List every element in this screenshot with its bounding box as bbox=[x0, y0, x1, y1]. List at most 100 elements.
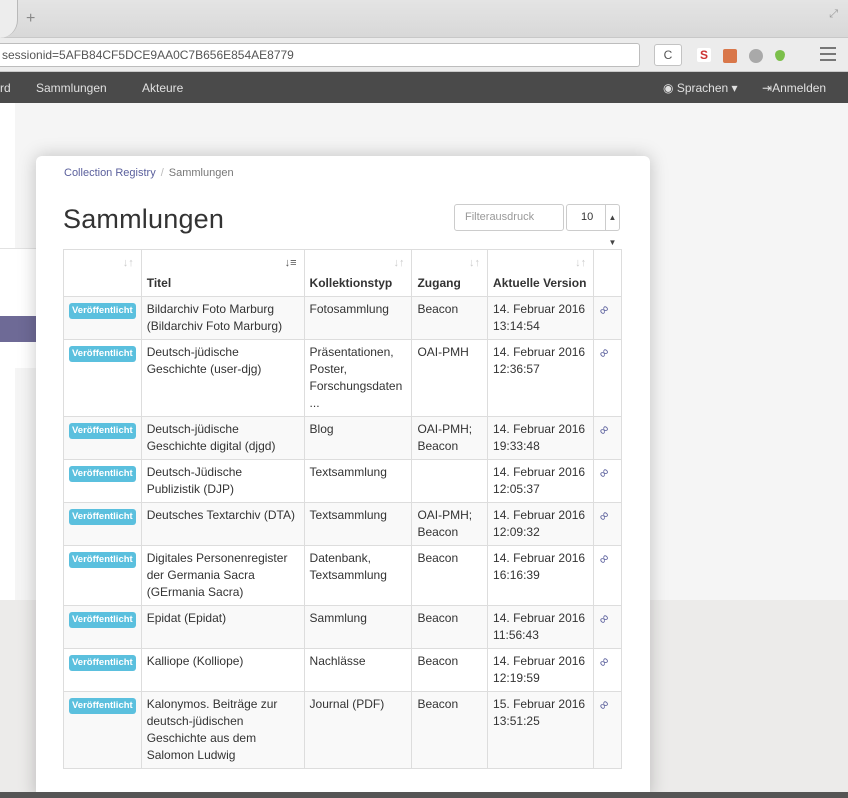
access-cell: OAI-PMH bbox=[411, 339, 489, 417]
status-cell: Veröffentlicht bbox=[63, 648, 142, 692]
login-link[interactable]: ⇥Anmelden bbox=[762, 81, 826, 95]
link-cell: ∞ bbox=[593, 339, 622, 417]
new-tab-button[interactable]: + bbox=[26, 10, 35, 28]
table-row[interactable]: Veröffentlicht Deutsches Textarchiv (DTA)… bbox=[63, 502, 622, 546]
link-icon[interactable]: ∞ bbox=[594, 609, 613, 628]
title-cell: Deutsch-Jüdische Publizistik (DJP) bbox=[140, 459, 305, 503]
table-row[interactable]: Veröffentlicht Deutsch-jüdische Geschicht… bbox=[63, 416, 622, 460]
link-icon[interactable]: ∞ bbox=[594, 506, 613, 525]
link-icon[interactable]: ∞ bbox=[594, 463, 613, 482]
table-row[interactable]: Veröffentlicht Kalonymos. Beiträge zur de… bbox=[63, 691, 622, 769]
page-title: Sammlungen bbox=[63, 204, 225, 234]
fullscreen-icon[interactable]: ⤢ bbox=[829, 8, 838, 21]
title-cell: Bildarchiv Foto Marburg (Bildarchiv Foto… bbox=[140, 296, 305, 340]
page-size-select[interactable]: 10 ▲ ▼ bbox=[566, 204, 620, 247]
collection-title: Deutsch-Jüdische Publizistik (DJP) bbox=[146, 465, 243, 496]
collection-type: Fotosammlung bbox=[309, 302, 389, 316]
collection-title: Deutsch-jüdische Geschichte digital (djg… bbox=[146, 422, 276, 453]
status-badge: Veröffentlicht bbox=[69, 509, 136, 525]
link-icon[interactable]: ∞ bbox=[594, 343, 613, 362]
table-row[interactable]: Veröffentlicht Deutsch-Jüdische Publizist… bbox=[63, 459, 622, 503]
version-cell: 14. Februar 2016 16:16:39 bbox=[487, 545, 595, 606]
status-badge: Veröffentlicht bbox=[69, 466, 136, 482]
collection-type: Blog bbox=[309, 422, 334, 436]
table-body: Veröffentlicht Bildarchiv Foto Marburg (B… bbox=[63, 296, 622, 769]
link-icon[interactable]: ∞ bbox=[594, 549, 613, 568]
column-header-kollektionstyp[interactable]: ↓↑ Kollektionstyp bbox=[303, 249, 413, 297]
title-cell: Kalonymos. Beiträge zur deutsch-jüdische… bbox=[140, 691, 305, 769]
nav-item-akteure[interactable]: Akteure bbox=[142, 81, 183, 95]
language-label: Sprachen bbox=[676, 81, 729, 95]
table-row[interactable]: Veröffentlicht Epidat (Epidat) Sammlung Bea… bbox=[63, 605, 622, 649]
column-header-zugang[interactable]: ↓↑ Zugang bbox=[411, 249, 489, 297]
type-cell: Präsentationen, Poster, Forschungsdaten … bbox=[303, 339, 413, 417]
breadcrumb-current: Sammlungen bbox=[168, 167, 234, 179]
collection-access: OAI-PMH; Beacon bbox=[417, 508, 473, 539]
status-cell: Veröffentlicht bbox=[63, 459, 142, 503]
access-cell: Beacon bbox=[411, 545, 489, 606]
nav-item-dashboard[interactable]: rd bbox=[0, 81, 11, 95]
collection-access: OAI-PMH; Beacon bbox=[417, 422, 473, 453]
column-header-titel[interactable]: ↓≡ Titel bbox=[140, 249, 305, 297]
access-cell: OAI-PMH; Beacon bbox=[411, 416, 489, 460]
status-badge: Veröffentlicht bbox=[69, 698, 136, 714]
link-icon[interactable]: ∞ bbox=[594, 300, 613, 319]
title-cell: Digitales Personenregister der Germania … bbox=[140, 545, 305, 606]
column-header-link bbox=[593, 249, 622, 297]
link-icon[interactable]: ∞ bbox=[594, 420, 613, 439]
version-cell: 14. Februar 2016 11:56:43 bbox=[487, 605, 595, 649]
collection-version: 14. Februar 2016 12:19:59 bbox=[493, 654, 586, 685]
status-badge: Veröffentlicht bbox=[69, 552, 136, 568]
nav-item-sammlungen[interactable]: Sammlungen bbox=[36, 81, 107, 95]
login-icon: ⇥ bbox=[762, 81, 773, 95]
menu-icon[interactable] bbox=[820, 47, 836, 61]
status-badge: Veröffentlicht bbox=[69, 655, 136, 671]
collection-access: Beacon bbox=[417, 697, 459, 711]
link-cell: ∞ bbox=[593, 545, 622, 606]
ext-gray-icon[interactable] bbox=[749, 49, 763, 63]
type-cell: Journal (PDF) bbox=[303, 691, 413, 769]
tab[interactable] bbox=[0, 0, 18, 38]
page-panel bbox=[0, 248, 36, 368]
language-menu[interactable]: ◉ Sprachen ▾ bbox=[663, 81, 738, 95]
collection-version: 14. Februar 2016 13:14:54 bbox=[493, 302, 586, 333]
column-header-status[interactable]: ↓↑ bbox=[63, 249, 142, 297]
link-cell: ∞ bbox=[593, 648, 622, 692]
reload-button[interactable]: C bbox=[654, 44, 682, 66]
collection-access: Beacon bbox=[417, 611, 459, 625]
column-header-label: Titel bbox=[146, 276, 172, 290]
breadcrumb-root-link[interactable]: Collection Registry bbox=[64, 167, 156, 179]
collection-type: Nachlässe bbox=[309, 654, 366, 668]
ext-orange-icon[interactable] bbox=[723, 49, 737, 63]
type-cell: Nachlässe bbox=[303, 648, 413, 692]
link-cell: ∞ bbox=[593, 691, 622, 769]
globe-icon: ◉ bbox=[663, 81, 674, 95]
table-row[interactable]: Veröffentlicht Deutsch-jüdische Geschicht… bbox=[63, 339, 622, 417]
ext-s-icon[interactable]: S bbox=[697, 48, 711, 62]
type-cell: Fotosammlung bbox=[303, 296, 413, 340]
access-cell: OAI-PMH; Beacon bbox=[411, 502, 489, 546]
link-icon[interactable]: ∞ bbox=[594, 652, 613, 671]
column-header-version[interactable]: ↓↑ Aktuelle Version bbox=[487, 249, 595, 297]
collection-version: 14. Februar 2016 11:56:43 bbox=[493, 611, 586, 642]
collection-title: Deutsch-jüdische Geschichte (user-djg) bbox=[146, 345, 262, 376]
title-cell: Deutsch-jüdische Geschichte digital (djg… bbox=[140, 416, 305, 460]
version-cell: 14. Februar 2016 12:36:57 bbox=[487, 339, 595, 417]
collections-window: Collection Registry / Sammlungen Sammlunge… bbox=[36, 156, 650, 798]
title-cell: Kalliope (Kolliope) bbox=[140, 648, 305, 692]
table-row[interactable]: Veröffentlicht Bildarchiv Foto Marburg (B… bbox=[63, 296, 622, 340]
link-cell: ∞ bbox=[593, 605, 622, 649]
collection-access: Beacon bbox=[417, 654, 459, 668]
collection-type: Sammlung bbox=[309, 611, 367, 625]
ext-shield-icon[interactable] bbox=[775, 50, 785, 61]
collection-title: Kalonymos. Beiträge zur deutsch-jüdische… bbox=[146, 697, 278, 762]
table-row[interactable]: Veröffentlicht Digitales Personenregister… bbox=[63, 545, 622, 606]
link-cell: ∞ bbox=[593, 416, 622, 460]
table-row[interactable]: Veröffentlicht Kalliope (Kolliope) Nachläs… bbox=[63, 648, 622, 692]
status-cell: Veröffentlicht bbox=[63, 339, 142, 417]
url-input[interactable]: sessionid=5AFB84CF5DCE9AA0C7B656E854AE87… bbox=[0, 43, 640, 67]
collection-type: Präsentationen, Poster, Forschungsdaten … bbox=[309, 345, 403, 410]
filter-input[interactable]: Filterausdruck bbox=[454, 204, 564, 231]
access-cell: Beacon bbox=[411, 296, 489, 340]
link-icon[interactable]: ∞ bbox=[594, 695, 613, 714]
